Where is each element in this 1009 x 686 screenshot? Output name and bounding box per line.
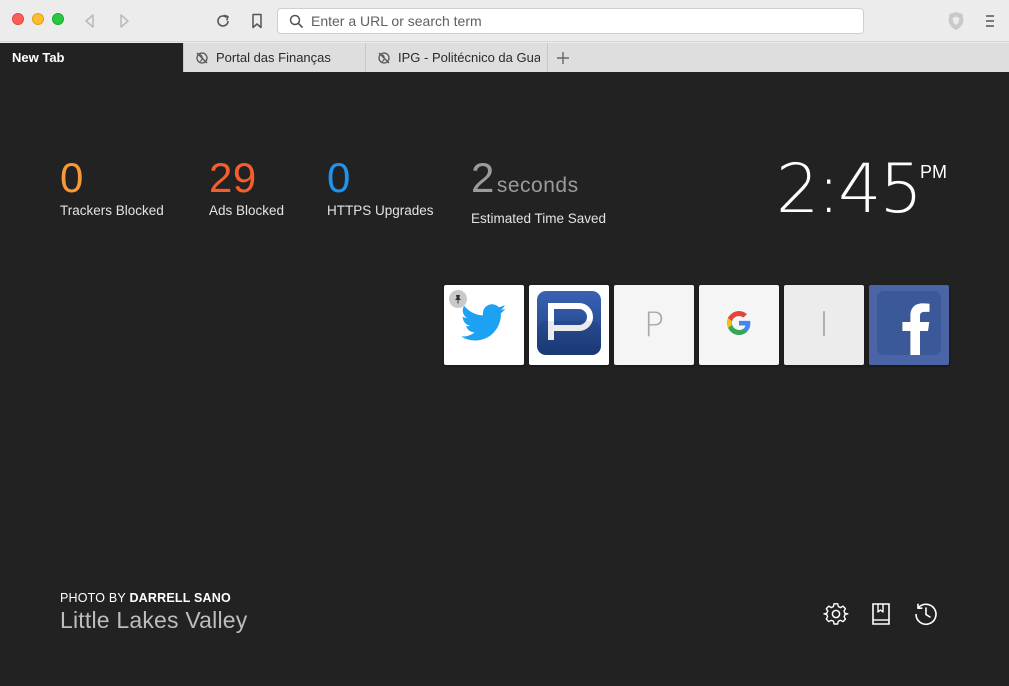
tab-label: Portal das Finanças [216,50,331,65]
url-input[interactable] [311,13,831,29]
stat-value: 2seconds [471,154,579,201]
photo-credit: PHOTO BY DARRELL SANO [60,591,231,605]
twitter-bird-icon [460,303,507,347]
back-arrow-icon[interactable] [80,11,100,31]
menu-icon[interactable] [980,11,1000,31]
window-maximize-button[interactable] [52,13,64,25]
tile-letter: I [818,305,830,345]
credit-author: DARRELL SANO [129,591,231,605]
stat-https: 0 HTTPS Upgrades [327,154,434,219]
top-site-google[interactable] [699,285,779,365]
top-site-p-logo[interactable] [529,285,609,365]
clock-ampm: PM [920,162,947,182]
tab-portal-financas[interactable]: Portal das Finanças [184,43,366,72]
stat-value: 0 [327,154,351,201]
window-close-button[interactable] [12,13,24,25]
stat-value: 0 [60,154,84,201]
top-site-facebook[interactable] [869,285,949,365]
credit-prefix: PHOTO BY [60,591,126,605]
brave-shield-icon[interactable] [946,11,966,31]
window-minimize-button[interactable] [32,13,44,25]
stat-ads: 29 Ads Blocked [209,154,285,219]
tab-label: New Tab [12,50,65,65]
bookmark-icon[interactable] [247,11,267,31]
url-bar[interactable] [277,8,864,34]
facebook-f-icon [877,290,941,360]
new-tab-page: 0 Trackers Blocked 29 Ads Blocked 0 HTTP… [0,72,1009,686]
bookmarks-book-icon[interactable] [867,600,895,628]
no-favicon-icon [377,51,391,65]
history-clock-icon[interactable] [912,600,940,628]
tab-ipg[interactable]: IPG - Politécnico da Guarda [366,43,548,72]
stat-trackers: 0 Trackers Blocked [60,154,164,219]
browser-toolbar [0,0,1009,42]
top-site-twitter[interactable] [444,285,524,365]
settings-gear-icon[interactable] [822,600,850,628]
google-g-icon [726,310,752,341]
pin-icon[interactable] [449,290,467,308]
stat-label: Estimated Time Saved [471,211,607,226]
stat-time-saved: 2seconds Estimated Time Saved [471,154,607,227]
forward-arrow-icon[interactable] [114,11,134,31]
p-logo-icon [537,290,601,360]
stat-label: Trackers Blocked [60,203,164,218]
stat-label: HTTPS Upgrades [327,203,434,218]
no-favicon-icon [195,51,209,65]
stat-label: Ads Blocked [209,203,285,218]
tile-letter: P [643,305,665,345]
photo-location: Little Lakes Valley [60,607,248,633]
tab-new-tab[interactable]: New Tab [0,43,184,72]
top-site-i-letter[interactable]: I [784,285,864,365]
stat-unit: seconds [496,174,579,197]
tab-label: IPG - Politécnico da Guarda [398,50,540,65]
clock-time: 2:45 [776,150,923,229]
top-site-p-letter[interactable]: P [614,285,694,365]
reload-icon[interactable] [213,11,233,31]
new-tab-plus-icon[interactable] [553,48,573,68]
tab-strip: New Tab Portal das Finanças IPG - Polité… [0,43,1009,72]
search-icon [289,13,305,29]
stat-value: 29 [209,154,257,201]
